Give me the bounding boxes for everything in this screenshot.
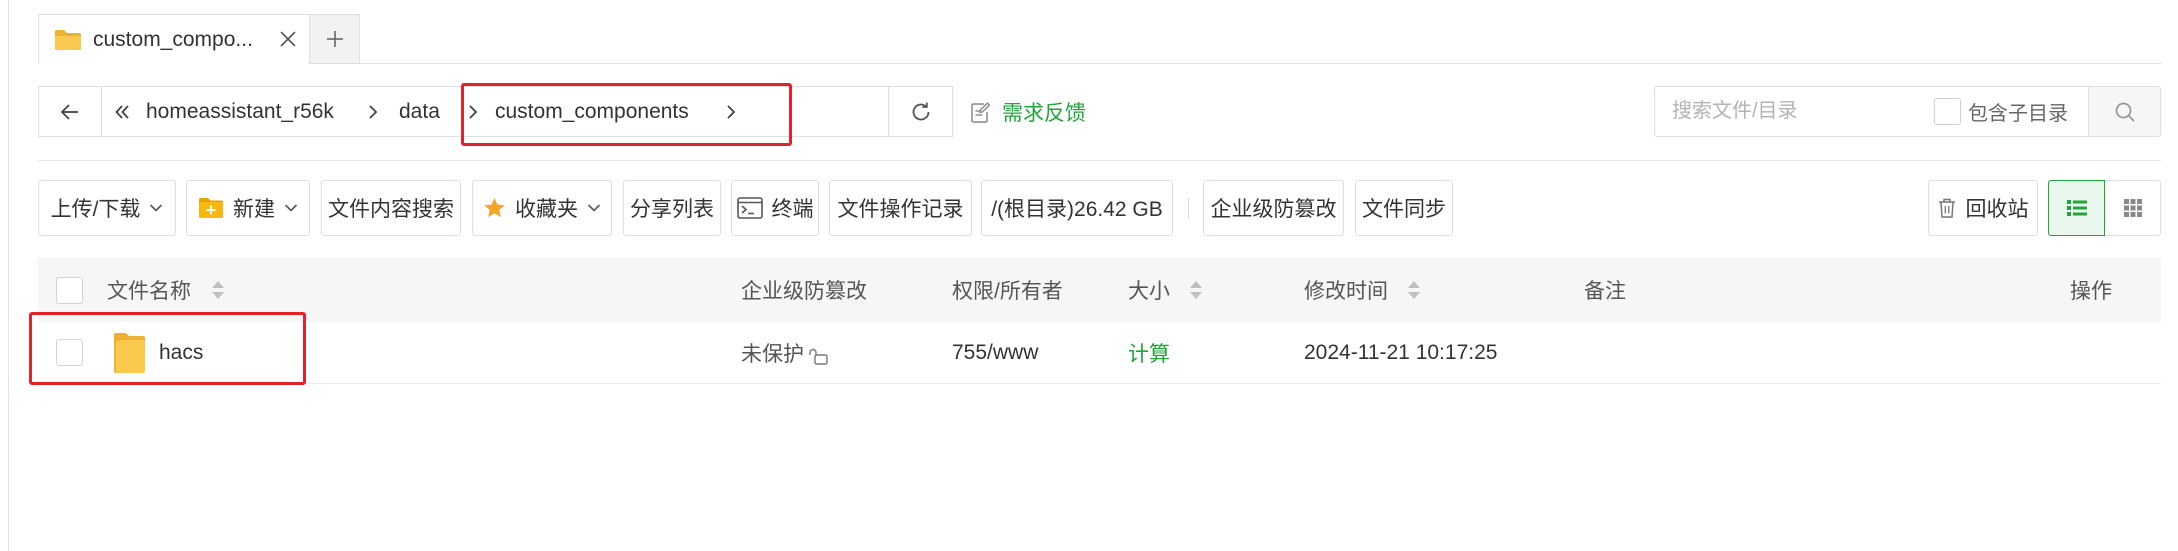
select-all-cell xyxy=(56,258,83,322)
file-name-link[interactable]: hacs xyxy=(159,322,203,383)
refresh-icon xyxy=(909,100,933,124)
refresh-button[interactable] xyxy=(888,86,953,137)
recycle-bin-button[interactable]: 回收站 xyxy=(1928,180,2038,236)
star-icon xyxy=(483,197,506,219)
new-button[interactable]: 新建 xyxy=(186,180,310,236)
column-header-modified[interactable]: 修改时间 xyxy=(1304,258,1388,322)
toolbar-separator xyxy=(1188,198,1189,219)
button-label: 文件操作记录 xyxy=(837,198,964,221)
sort-icon[interactable] xyxy=(1407,258,1421,322)
table-row[interactable]: hacs 未保护 755/www 计算 2024-11-21 10:17:25 xyxy=(38,322,2161,384)
permission-owner[interactable]: 755/www xyxy=(952,322,1038,383)
feedback-icon xyxy=(970,101,991,123)
column-header-name[interactable]: 文件名称 xyxy=(107,258,191,322)
button-label: 企业级防篡改 xyxy=(1210,198,1337,221)
tamper-protection-button[interactable]: 企业级防篡改 xyxy=(1203,180,1344,236)
file-sync-button[interactable]: 文件同步 xyxy=(1355,180,1453,236)
file-table-header: 文件名称 企业级防篡改 权限/所有者 大小 修改时间 备注 操作 xyxy=(38,258,2161,322)
row-checkbox[interactable] xyxy=(56,339,83,366)
double-chevron-left-icon[interactable] xyxy=(114,87,130,136)
chevron-down-icon xyxy=(587,203,601,213)
column-header-permission: 权限/所有者 xyxy=(952,280,1063,303)
breadcrumb[interactable]: homeassistant_r56k data custom_component… xyxy=(101,86,889,137)
close-icon[interactable] xyxy=(279,30,297,48)
select-all-checkbox[interactable] xyxy=(56,276,83,304)
list-view-icon xyxy=(2066,198,2088,218)
upload-download-button[interactable]: 上传/下载 xyxy=(38,180,176,236)
chevron-down-icon xyxy=(149,203,163,213)
column-header-tamper-protection: 企业级防篡改 xyxy=(741,280,867,303)
button-label: 文件同步 xyxy=(1362,198,1446,221)
tab-bar-divider xyxy=(360,63,2161,64)
new-tab-button[interactable] xyxy=(309,14,360,64)
button-label: 回收站 xyxy=(1965,198,2029,221)
size-calculate-link[interactable]: 计算 xyxy=(1128,322,1170,383)
toolbar-divider xyxy=(38,160,2161,161)
grid-view-toggle[interactable] xyxy=(2104,180,2161,236)
chevron-right-icon xyxy=(467,87,479,136)
breadcrumb-item-custom-components[interactable]: custom_components xyxy=(495,87,689,136)
button-label: 文件内容搜索 xyxy=(328,198,454,221)
breadcrumb-item-homeassistant[interactable]: homeassistant_r56k xyxy=(146,87,334,136)
search-icon xyxy=(2114,101,2136,123)
plus-icon xyxy=(325,29,345,49)
back-button[interactable] xyxy=(38,86,102,137)
column-header-note: 备注 xyxy=(1584,280,1626,303)
include-subdirs-checkbox[interactable] xyxy=(1934,98,1961,125)
include-subdirs-label[interactable]: 包含子目录 xyxy=(1968,87,2068,136)
favorites-button[interactable]: 收藏夹 xyxy=(472,180,612,236)
terminal-icon xyxy=(736,197,763,219)
chevron-right-icon xyxy=(367,87,379,136)
share-list-button[interactable]: 分享列表 xyxy=(623,180,721,236)
feedback-link[interactable]: 需求反馈 xyxy=(970,86,1086,137)
search-box: 包含子目录 xyxy=(1654,86,2161,137)
folder-icon[interactable] xyxy=(114,322,145,383)
search-input[interactable] xyxy=(1655,87,1925,136)
terminal-button[interactable]: 终端 xyxy=(731,180,819,236)
trash-icon xyxy=(1938,197,1956,219)
modified-time: 2024-11-21 10:17:25 xyxy=(1304,340,1498,364)
column-header-size[interactable]: 大小 xyxy=(1128,258,1170,322)
unlock-icon xyxy=(808,322,829,383)
panel-left-border xyxy=(8,0,9,551)
breadcrumb-item-data[interactable]: data xyxy=(399,87,440,136)
tamper-status: 未保护 xyxy=(741,342,804,366)
button-label: 收藏夹 xyxy=(515,198,578,221)
arrow-left-icon xyxy=(58,100,82,124)
list-view-toggle[interactable] xyxy=(2048,180,2105,236)
search-button[interactable] xyxy=(2088,87,2160,136)
sort-icon[interactable] xyxy=(1189,258,1203,322)
folder-plus-icon xyxy=(198,197,224,219)
chevron-right-icon[interactable] xyxy=(725,87,737,136)
file-manager: custom_compo... homeassistant_r56k data … xyxy=(0,0,2178,551)
button-label: 上传/下载 xyxy=(50,198,141,221)
chevron-down-icon xyxy=(284,203,298,213)
disk-usage-button[interactable]: /(根目录)26.42 GB xyxy=(981,180,1173,236)
row-select-cell xyxy=(56,322,83,383)
sort-icon[interactable] xyxy=(211,258,225,322)
button-label: /(根目录)26.42 GB xyxy=(991,198,1163,221)
button-label: 新建 xyxy=(233,198,275,221)
column-header-actions: 操作 xyxy=(2070,280,2112,303)
file-operation-log-button[interactable]: 文件操作记录 xyxy=(829,180,972,236)
folder-icon xyxy=(54,29,82,51)
file-content-search-button[interactable]: 文件内容搜索 xyxy=(321,180,461,236)
feedback-label: 需求反馈 xyxy=(1002,101,1086,125)
tab-label: custom_compo... xyxy=(93,27,253,51)
button-label: 分享列表 xyxy=(630,198,714,221)
tab-custom-components[interactable]: custom_compo... xyxy=(38,14,310,64)
button-label: 终端 xyxy=(771,198,814,221)
grid-view-icon xyxy=(2123,198,2143,218)
